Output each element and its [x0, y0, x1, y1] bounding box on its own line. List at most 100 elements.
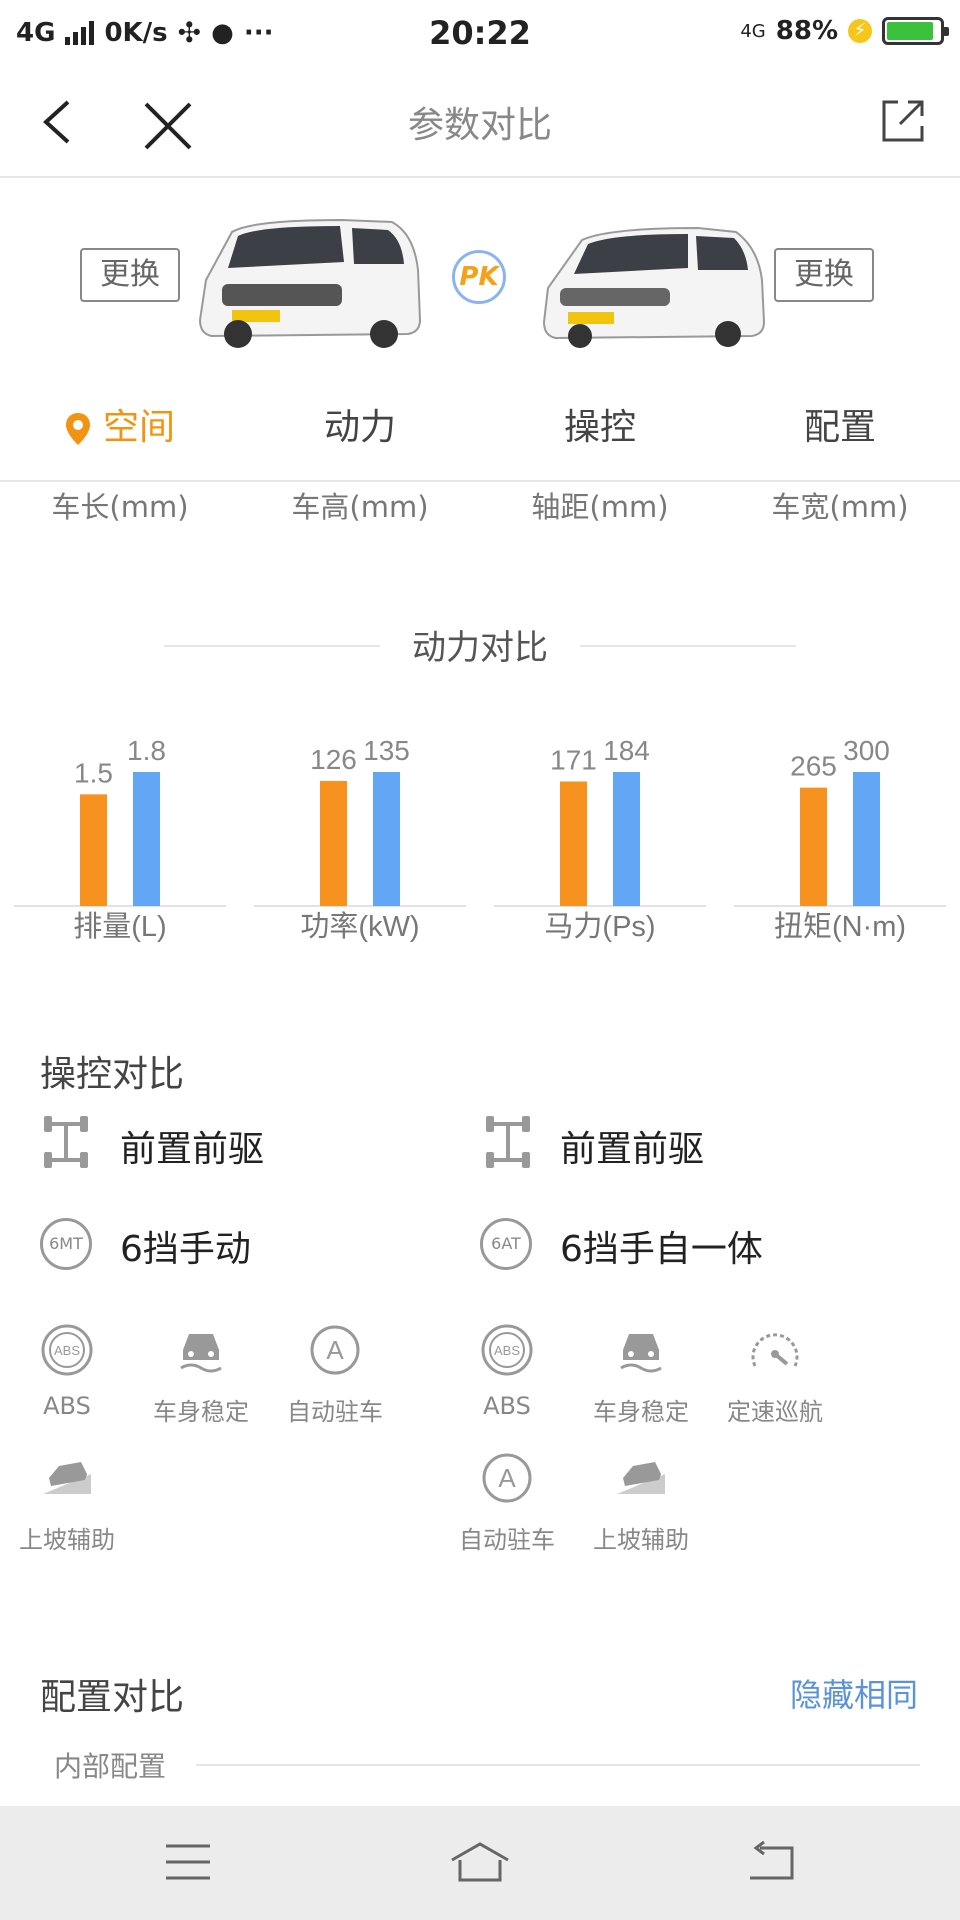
feature-label: ABS [483, 1392, 531, 1420]
feature-hill-assist: 上坡辅助 [574, 1450, 708, 1555]
pk-badge: PK [452, 250, 506, 304]
hill-assist-icon [43, 1462, 91, 1494]
interior-config-label: 内部配置 [54, 1750, 167, 1783]
auto-hold-icon: A [310, 1325, 360, 1375]
feature-abs: ABS ABS [440, 1322, 574, 1420]
hill-assist-icon [617, 1462, 665, 1494]
right-gearbox: 6挡手自一体 [560, 1229, 763, 1270]
data-label: 1.8 [127, 735, 166, 766]
swap-left-button[interactable]: 更换 [80, 248, 180, 302]
length-label: 车长(mm) [51, 490, 189, 524]
data-label: 184 [603, 735, 650, 766]
tab-label: 配置 [803, 407, 876, 448]
swap-right-button[interactable]: 更换 [774, 248, 874, 302]
divider [580, 645, 796, 647]
location-pin-icon [65, 413, 90, 445]
config-section-title: 配置对比 [40, 1677, 185, 1718]
battery-percent: 88% [775, 16, 838, 46]
right-drive-type: 前置前驱 [560, 1129, 705, 1170]
gearbox-badge-icon: 6MT [40, 1218, 92, 1270]
feature-hill-assist: 上坡辅助 [0, 1450, 134, 1555]
drivetrain-icon [44, 1116, 88, 1168]
bar [853, 772, 880, 906]
hide-same-button[interactable]: 隐藏相同 [790, 1670, 918, 1716]
feature-label: 车身稳定 [593, 1398, 689, 1426]
auto-hold-icon: A [482, 1453, 532, 1503]
abs-icon: ABS [41, 1324, 93, 1376]
width-label: 车宽(mm) [771, 490, 909, 524]
left-drive-type: 前置前驱 [120, 1129, 265, 1170]
battery-icon [882, 17, 949, 45]
height-label: 车高(mm) [291, 490, 429, 524]
divider [196, 1764, 920, 1766]
feature-stability: 车身稳定 [134, 1322, 268, 1427]
category-label: 马力(Ps) [544, 910, 655, 943]
data-label: 171 [550, 744, 597, 775]
feature-auto-hold: A 自动驻车 [440, 1450, 574, 1555]
tab-power[interactable]: 动力 [240, 390, 480, 480]
bar [133, 772, 160, 906]
feature-label: 自动驻车 [459, 1526, 555, 1554]
data-label: 265 [790, 751, 837, 782]
page-title: 参数对比 [407, 105, 552, 146]
left-car-image [198, 218, 422, 348]
svg-text:A: A [326, 1335, 344, 1365]
tab-handling[interactable]: 操控 [480, 390, 720, 480]
left-gearbox: 6挡手动 [120, 1229, 251, 1270]
nav-bar: 参数对比 [0, 66, 960, 178]
svg-text:A: A [498, 1463, 516, 1493]
battery-fill [887, 22, 933, 40]
feature-label: 自动驻车 [287, 1398, 383, 1426]
home-icon[interactable] [448, 1840, 512, 1884]
feature-label: 上坡辅助 [593, 1526, 689, 1554]
feature-label: ABS [43, 1392, 91, 1420]
handling-section-title: 操控对比 [40, 1054, 185, 1095]
bar [373, 772, 400, 906]
page: 4G 0K/s ✣ ● ··· 20:22 4G 88% ⚡ 参数对比 更换 P… [0, 0, 960, 1920]
status-bar: 4G 0K/s ✣ ● ··· 20:22 4G 88% ⚡ [0, 0, 960, 66]
feature-stability: 车身稳定 [574, 1322, 708, 1427]
abs-icon: ABS [481, 1324, 533, 1376]
charging-icon: ⚡ [848, 19, 872, 43]
bar [613, 772, 640, 906]
right-car-image [542, 226, 766, 348]
tab-label: 动力 [323, 407, 396, 448]
category-tabs: 空间 动力 操控 配置 [0, 390, 960, 482]
drivetrain-icon [486, 1116, 530, 1168]
cruise-control-icon [751, 1333, 799, 1367]
feature-label: 车身稳定 [153, 1398, 249, 1426]
tab-config[interactable]: 配置 [720, 390, 960, 480]
network-type-right: 4G [740, 20, 766, 42]
menu-icon[interactable] [164, 1840, 212, 1884]
tab-label: 空间 [102, 407, 175, 448]
system-nav-bar [0, 1806, 960, 1920]
bar [560, 781, 587, 906]
stability-icon [620, 1334, 662, 1373]
data-label: 135 [363, 735, 410, 766]
tab-space[interactable]: 空间 [0, 390, 240, 480]
feature-cruise-control: 定速巡航 [708, 1322, 842, 1427]
feature-label: 上坡辅助 [19, 1526, 115, 1554]
bar [800, 787, 827, 906]
bar [320, 780, 347, 906]
category-label: 功率(kW) [300, 910, 419, 943]
power-section-title: 动力对比 [412, 628, 548, 668]
wheelbase-label: 轴距(mm) [531, 490, 669, 524]
tab-label: 操控 [563, 407, 636, 448]
gearbox-badge-icon: 6AT [480, 1218, 532, 1270]
svg-text:ABS: ABS [494, 1343, 520, 1358]
feature-auto-hold: A 自动驻车 [268, 1322, 402, 1427]
share-icon[interactable] [880, 98, 926, 144]
stability-icon [180, 1334, 222, 1373]
bar [80, 794, 107, 906]
svg-text:ABS: ABS [54, 1343, 80, 1358]
data-label: 1.5 [74, 757, 113, 788]
category-label: 排量(L) [73, 910, 166, 943]
data-label: 300 [843, 735, 890, 766]
feature-label: 定速巡航 [727, 1398, 823, 1426]
power-chart: 1.5 1.8 排量(L) 126 135 功率(kW) 171 184 马力(Ps) 26530… [14, 735, 946, 943]
back-nav-icon[interactable] [746, 1840, 796, 1884]
category-label: 扭矩(N·m) [774, 910, 906, 943]
feature-abs: ABS ABS [0, 1322, 134, 1420]
space-labels: 车长(mm) 车高(mm) 轴距(mm) 车宽(mm) [0, 484, 960, 526]
